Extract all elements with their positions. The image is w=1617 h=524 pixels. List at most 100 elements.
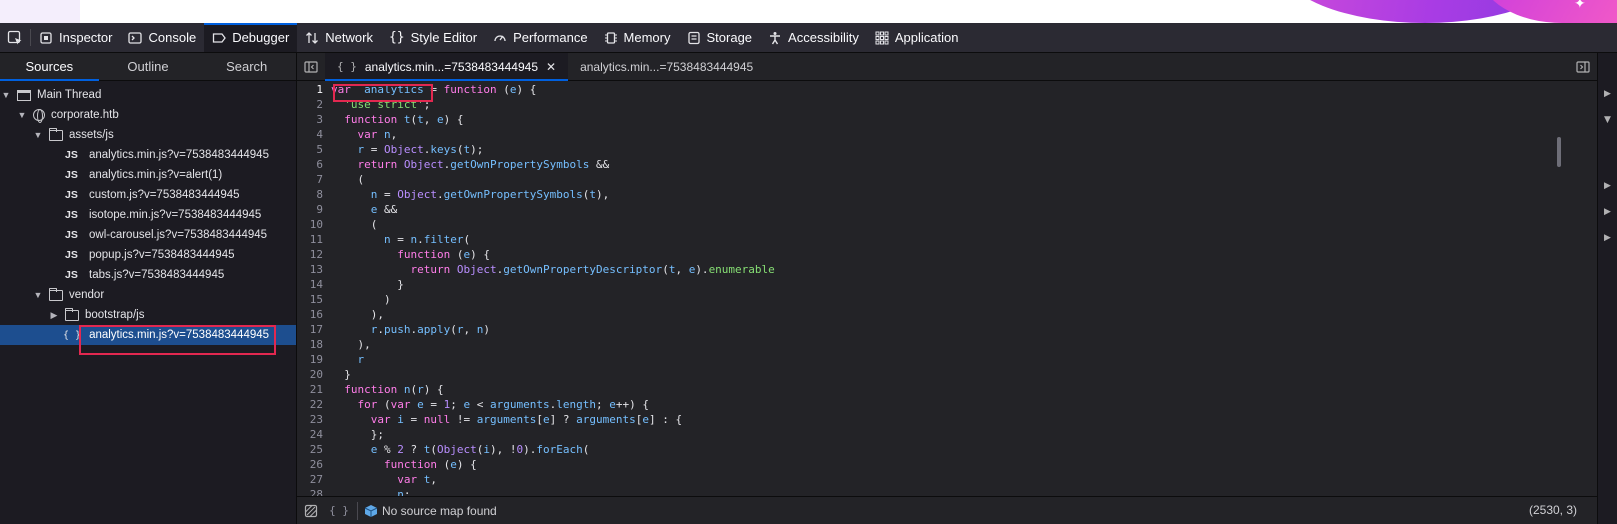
code-line[interactable]: 18 ), — [297, 337, 1597, 352]
code-line[interactable]: 12 function (e) { — [297, 247, 1597, 262]
code-line[interactable]: 7 ( — [297, 172, 1597, 187]
expanded-arrow-icon[interactable]: ▼ — [32, 130, 44, 140]
code-line[interactable]: 19 r — [297, 352, 1597, 367]
line-number[interactable]: 11 — [297, 232, 323, 247]
tree-item-file[interactable]: JS analytics.min.js?v=7538483444945 — [0, 145, 296, 165]
code-editor[interactable]: 1 var analytics = function (e) {2 'use st… — [297, 82, 1597, 496]
code-line[interactable]: 6 return Object.getOwnPropertySymbols && — [297, 157, 1597, 172]
tree-item-folder-vendor[interactable]: ▼ vendor — [0, 285, 296, 305]
line-number[interactable]: 1 — [297, 82, 323, 97]
tree-item-file[interactable]: JS popup.js?v=7538483444945 — [0, 245, 296, 265]
expanded-arrow-icon[interactable]: ▼ — [1598, 107, 1617, 133]
tab-network[interactable]: Network — [297, 23, 381, 52]
line-number[interactable]: 25 — [297, 442, 323, 457]
tab-outline[interactable]: Outline — [99, 53, 198, 80]
line-number[interactable]: 10 — [297, 217, 323, 232]
code-line[interactable]: 1 var analytics = function (e) { — [297, 82, 1597, 97]
code-line[interactable]: 27 var t, — [297, 472, 1597, 487]
line-number[interactable]: 26 — [297, 457, 323, 472]
line-number[interactable]: 23 — [297, 412, 323, 427]
tree-item-file[interactable]: JS analytics.min.js?v=alert(1) — [0, 165, 296, 185]
collapsed-arrow-icon[interactable]: ▶ — [48, 310, 60, 321]
expanded-arrow-icon[interactable]: ▼ — [0, 90, 12, 100]
editor-tab-active[interactable]: { } analytics.min...=7538483444945 ✕ — [325, 53, 569, 81]
tree-item-main-thread[interactable]: ▼ Main Thread — [0, 85, 296, 105]
code-line[interactable]: 3 function t(t, e) { — [297, 112, 1597, 127]
element-picker-button[interactable] — [0, 23, 30, 52]
tab-accessibility[interactable]: Accessibility — [760, 23, 867, 52]
code-line[interactable]: 23 var i = null != arguments[e] ? argume… — [297, 412, 1597, 427]
close-icon[interactable]: ✕ — [546, 60, 556, 74]
line-number[interactable]: 5 — [297, 142, 323, 157]
expanded-arrow-icon[interactable]: ▼ — [32, 290, 44, 300]
tree-item-file-selected[interactable]: { } analytics.min.js?v=7538483444945 — [0, 325, 296, 345]
line-number[interactable]: 16 — [297, 307, 323, 322]
line-number[interactable]: 17 — [297, 322, 323, 337]
line-number[interactable]: 2 — [297, 97, 323, 112]
source-map-status[interactable]: No source map found — [382, 504, 497, 518]
tree-item-file[interactable]: JS isotope.min.js?v=7538483444945 — [0, 205, 296, 225]
line-number[interactable]: 12 — [297, 247, 323, 262]
code-line[interactable]: 24 }; — [297, 427, 1597, 442]
tab-debugger[interactable]: Debugger — [204, 23, 298, 52]
tree-item-domain[interactable]: ▼ corporate.htb — [0, 105, 296, 125]
pretty-print-button[interactable]: { } — [325, 504, 353, 517]
line-number[interactable]: 24 — [297, 427, 323, 442]
code-line[interactable]: 28 n; — [297, 487, 1597, 496]
line-number[interactable]: 19 — [297, 352, 323, 367]
code-line[interactable]: 15 ) — [297, 292, 1597, 307]
line-number[interactable]: 22 — [297, 397, 323, 412]
line-number[interactable]: 21 — [297, 382, 323, 397]
code-line[interactable]: 8 n = Object.getOwnPropertySymbols(t), — [297, 187, 1597, 202]
code-line[interactable]: 20 } — [297, 367, 1597, 382]
tab-performance[interactable]: Performance — [485, 23, 595, 52]
line-number[interactable]: 4 — [297, 127, 323, 142]
line-number[interactable]: 6 — [297, 157, 323, 172]
code-line[interactable]: 25 e % 2 ? t(Object(i), !0).forEach( — [297, 442, 1597, 457]
line-number[interactable]: 27 — [297, 472, 323, 487]
tab-storage[interactable]: Storage — [679, 23, 761, 52]
tree-item-file[interactable]: JS owl-carousel.js?v=7538483444945 — [0, 225, 296, 245]
tree-item-file[interactable]: JS tabs.js?v=7538483444945 — [0, 265, 296, 285]
code-line[interactable]: 26 function (e) { — [297, 457, 1597, 472]
code-line[interactable]: 11 n = n.filter( — [297, 232, 1597, 247]
code-line[interactable]: 21 function n(r) { — [297, 382, 1597, 397]
line-number[interactable]: 9 — [297, 202, 323, 217]
line-number[interactable]: 28 — [297, 487, 323, 496]
code-line[interactable]: 10 ( — [297, 217, 1597, 232]
collapsed-arrow-icon[interactable]: ▶ — [1598, 225, 1617, 251]
toggle-sources-button[interactable] — [297, 53, 325, 80]
code-line[interactable]: 16 ), — [297, 307, 1597, 322]
tab-console[interactable]: Console — [120, 23, 204, 52]
collapsed-arrow-icon[interactable]: ▶ — [1598, 173, 1617, 199]
code-line[interactable]: 17 r.push.apply(r, n) — [297, 322, 1597, 337]
line-number[interactable]: 15 — [297, 292, 323, 307]
code-line[interactable]: 5 r = Object.keys(t); — [297, 142, 1597, 157]
line-number[interactable]: 3 — [297, 112, 323, 127]
code-line[interactable]: 14 } — [297, 277, 1597, 292]
code-line[interactable]: 4 var n, — [297, 127, 1597, 142]
expanded-arrow-icon[interactable]: ▼ — [16, 110, 28, 120]
editor-tab[interactable]: analytics.min...=7538483444945 — [568, 53, 765, 80]
line-number[interactable]: 7 — [297, 172, 323, 187]
tab-sources[interactable]: Sources — [0, 53, 99, 81]
line-number[interactable]: 20 — [297, 367, 323, 382]
tab-style-editor[interactable]: {} Style Editor — [381, 23, 485, 52]
tab-memory[interactable]: Memory — [596, 23, 679, 52]
line-number[interactable]: 18 — [297, 337, 323, 352]
tree-item-folder-assets[interactable]: ▼ assets/js — [0, 125, 296, 145]
tree-item-file[interactable]: JS custom.js?v=7538483444945 — [0, 185, 296, 205]
code-line[interactable]: 9 e && — [297, 202, 1597, 217]
code-line[interactable]: 22 for (var e = 1; e < arguments.length;… — [297, 397, 1597, 412]
code-line[interactable]: 13 return Object.getOwnPropertyDescripto… — [297, 262, 1597, 277]
line-number[interactable]: 14 — [297, 277, 323, 292]
tab-inspector[interactable]: Inspector — [31, 23, 120, 52]
collapsed-arrow-icon[interactable]: ▶ — [1598, 199, 1617, 225]
code-line[interactable]: 2 'use strict'; — [297, 97, 1597, 112]
editor-scrollbar[interactable] — [1557, 137, 1561, 167]
line-number[interactable]: 8 — [297, 187, 323, 202]
tab-application[interactable]: Application — [867, 23, 967, 52]
tree-item-folder-bootstrap[interactable]: ▶ bootstrap/js — [0, 305, 296, 325]
collapsed-arrow-icon[interactable]: ▶ — [1598, 81, 1617, 107]
toggle-right-panel-button[interactable] — [1569, 53, 1597, 80]
